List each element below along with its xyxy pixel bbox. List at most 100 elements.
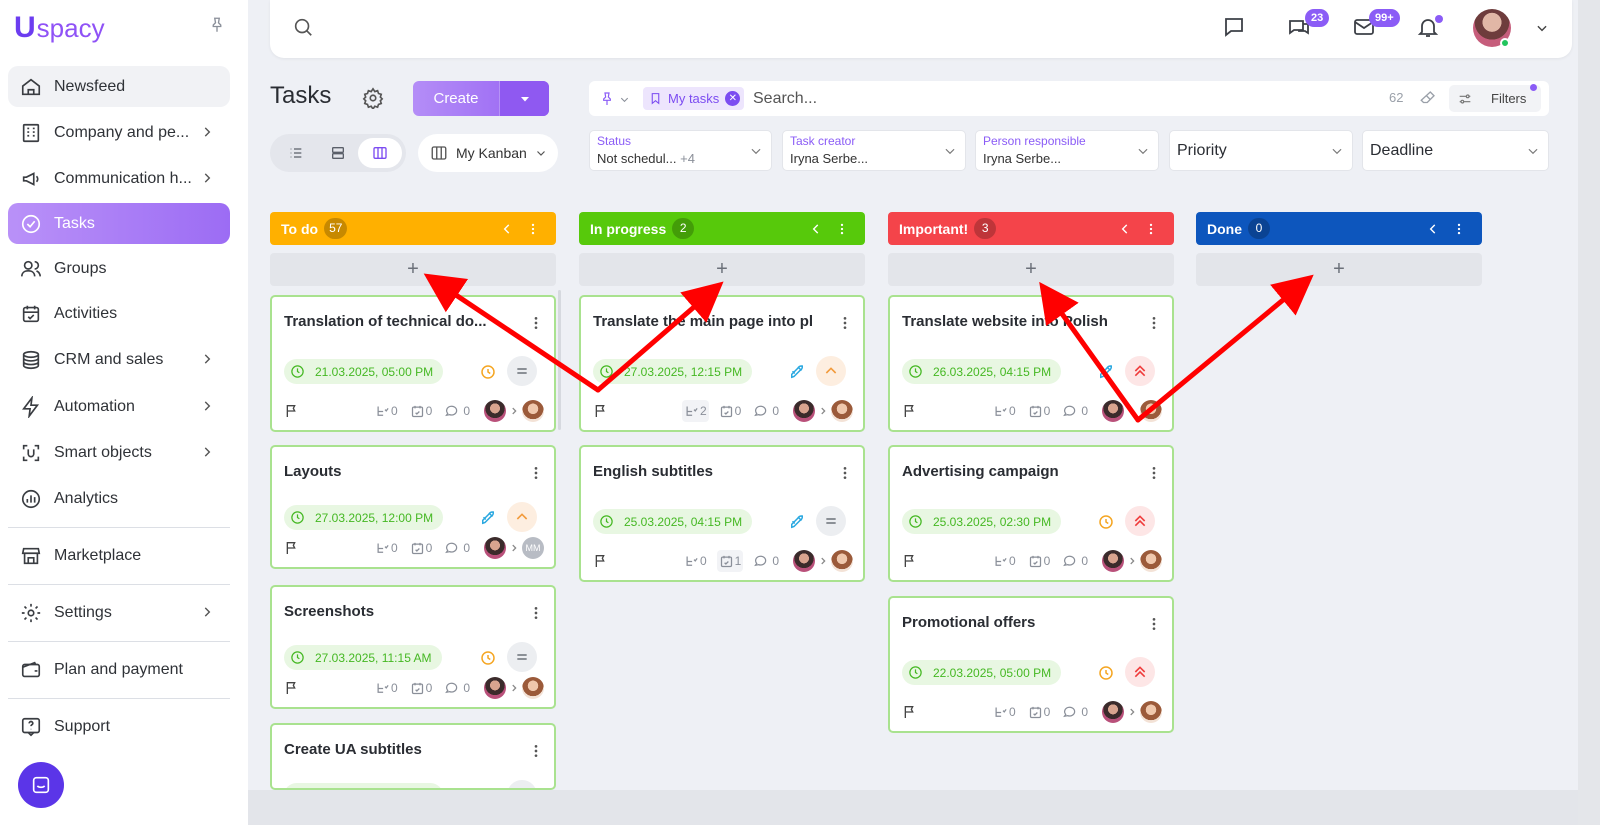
priority-high-icon[interactable] [1125,657,1155,687]
flag-icon[interactable] [902,403,918,419]
subtasks-count[interactable]: 0 [373,537,400,559]
creator-avatar[interactable] [1102,400,1124,422]
kanban-select[interactable]: My Kanban [418,134,558,172]
my-tasks-chip[interactable]: My tasks ✕ [643,87,745,110]
collapse-column-icon[interactable] [500,222,514,236]
more-vertical-icon[interactable] [1146,616,1162,632]
person-responsible-filter[interactable]: Person responsible Iryna Serbe... [975,130,1159,171]
more-vertical-icon[interactable] [1452,222,1466,236]
collapse-column-icon[interactable] [1118,222,1132,236]
task-card[interactable]: Translation of technical do... 21.03.2025… [270,295,556,432]
task-card[interactable]: Screenshots 27.03.2025, 11:15 AM 0 0 0 [270,585,556,709]
deadline-pill[interactable]: 21.03.2025, 05:00 PM [284,359,444,384]
priority-up-icon[interactable] [816,356,846,386]
task-title[interactable]: Translate website into Polish [902,313,1127,330]
assignee-avatar[interactable] [1140,701,1162,723]
support-chat-button[interactable] [18,762,64,808]
deadline-pill[interactable]: 26.03.2025, 04:15 PM [902,359,1062,384]
sidebar-item-activities[interactable]: Activities [8,293,230,334]
add-task-button-in-progress[interactable]: + [579,253,865,286]
more-vertical-icon[interactable] [528,315,544,331]
collapse-column-icon[interactable] [1426,222,1440,236]
chat-icon[interactable] [1222,15,1246,39]
subtasks-count[interactable]: 0 [991,701,1018,723]
task-title[interactable]: Advertising campaign [902,463,1127,480]
assignee-avatar[interactable] [831,550,853,572]
creator-avatar[interactable] [484,400,506,422]
filters-button[interactable]: Filters [1449,85,1541,112]
comments-count[interactable]: 0 [751,550,781,572]
checklist-count[interactable]: 0 [408,537,435,559]
sidebar-item-newsfeed[interactable]: Newsfeed [8,66,230,107]
sidebar-item-company[interactable]: Company and pe... [8,112,230,153]
priority-high-icon[interactable] [1125,506,1155,536]
status-filter[interactable]: Status Not schedul... +4 [589,130,772,171]
priority-medium-icon[interactable] [507,356,537,386]
subtasks-count[interactable]: 0 [991,550,1018,572]
sidebar-item-crm[interactable]: CRM and sales [8,339,230,380]
priority-medium-icon[interactable] [507,642,537,672]
creator-avatar[interactable] [793,550,815,572]
sidebar-item-marketplace[interactable]: Marketplace [8,535,230,576]
more-vertical-icon[interactable] [528,465,544,481]
creator-avatar[interactable] [793,400,815,422]
tasks-settings-icon[interactable] [362,87,384,109]
checklist-count[interactable]: 0 [408,400,435,422]
priority-high-icon[interactable] [1125,356,1155,386]
deadline-pill[interactable]: 27.03.2025, 11:15 AM [284,645,442,670]
comments-count[interactable]: 0 [1060,400,1090,422]
creator-avatar[interactable] [1102,550,1124,572]
comments-count[interactable]: 0 [1060,701,1090,723]
stacked-view-icon[interactable] [316,138,360,168]
checklist-count[interactable]: 0 [1026,550,1053,572]
deadline-pill[interactable]: 25.03.2025, 04:15 PM [593,509,753,534]
more-vertical-icon[interactable] [1144,222,1158,236]
task-creator-filter[interactable]: Task creator Iryna Serbe... [782,130,966,171]
pin-sidebar-icon[interactable] [208,16,226,34]
kanban-view-icon[interactable] [358,138,402,168]
assignee-avatar[interactable] [522,400,544,422]
chevron-down-icon[interactable] [1535,21,1549,35]
flag-icon[interactable] [902,553,918,569]
sidebar-item-communication[interactable]: Communication h... [8,158,230,199]
more-vertical-icon[interactable] [528,605,544,621]
task-title[interactable]: Promotional offers [902,614,1127,631]
priority-medium-icon[interactable] [507,780,537,788]
more-vertical-icon[interactable] [526,222,540,236]
add-task-button-important[interactable]: + [888,253,1174,286]
subtasks-count[interactable]: 0 [682,550,709,572]
more-vertical-icon[interactable] [837,465,853,481]
deadline-pill[interactable]: 27.03.2025, 12:15 PM [593,359,753,384]
more-vertical-icon[interactable] [835,222,849,236]
more-vertical-icon[interactable] [528,743,544,759]
add-task-button-todo[interactable]: + [270,253,556,286]
checklist-count[interactable]: 0 [717,400,744,422]
comments-count[interactable]: 0 [442,537,472,559]
sidebar-item-groups[interactable]: Groups [8,248,230,289]
eraser-icon[interactable] [1419,89,1439,109]
checklist-count[interactable]: 0 [1026,701,1053,723]
task-title[interactable]: Layouts [284,463,509,480]
deadline-pill[interactable]: 22.03.2025, 05:00 PM [902,660,1062,685]
assignee-avatar[interactable] [1140,400,1162,422]
priority-up-icon[interactable] [507,502,537,532]
create-dropdown-toggle[interactable] [499,81,549,116]
deadline-pill[interactable]: 25.03.2025, 02:30 PM [902,509,1062,534]
deadline-pill[interactable]: 27.03.2025, 12:00 PM [284,505,444,530]
column-scrollbar[interactable] [558,290,561,430]
deadline-filter[interactable]: Deadline [1362,130,1549,171]
sidebar-item-plan-payment[interactable]: Plan and payment [8,649,230,690]
creator-avatar[interactable] [484,677,506,699]
comments-count[interactable]: 0 [1060,550,1090,572]
sidebar-item-automation[interactable]: Automation [8,386,230,427]
priority-filter[interactable]: Priority [1169,130,1353,171]
priority-medium-icon[interactable] [816,506,846,536]
comments-count[interactable]: 0 [442,400,472,422]
task-card[interactable]: Layouts 27.03.2025, 12:00 PM 0 0 0 MM [270,445,556,569]
sidebar-item-analytics[interactable]: Analytics [8,478,230,519]
list-view-icon[interactable] [274,138,318,168]
comments-count[interactable]: 0 [751,400,781,422]
checklist-count[interactable]: 0 [1026,400,1053,422]
checklist-count[interactable]: 1 [716,550,744,572]
subtasks-count[interactable]: 2 [681,400,709,422]
